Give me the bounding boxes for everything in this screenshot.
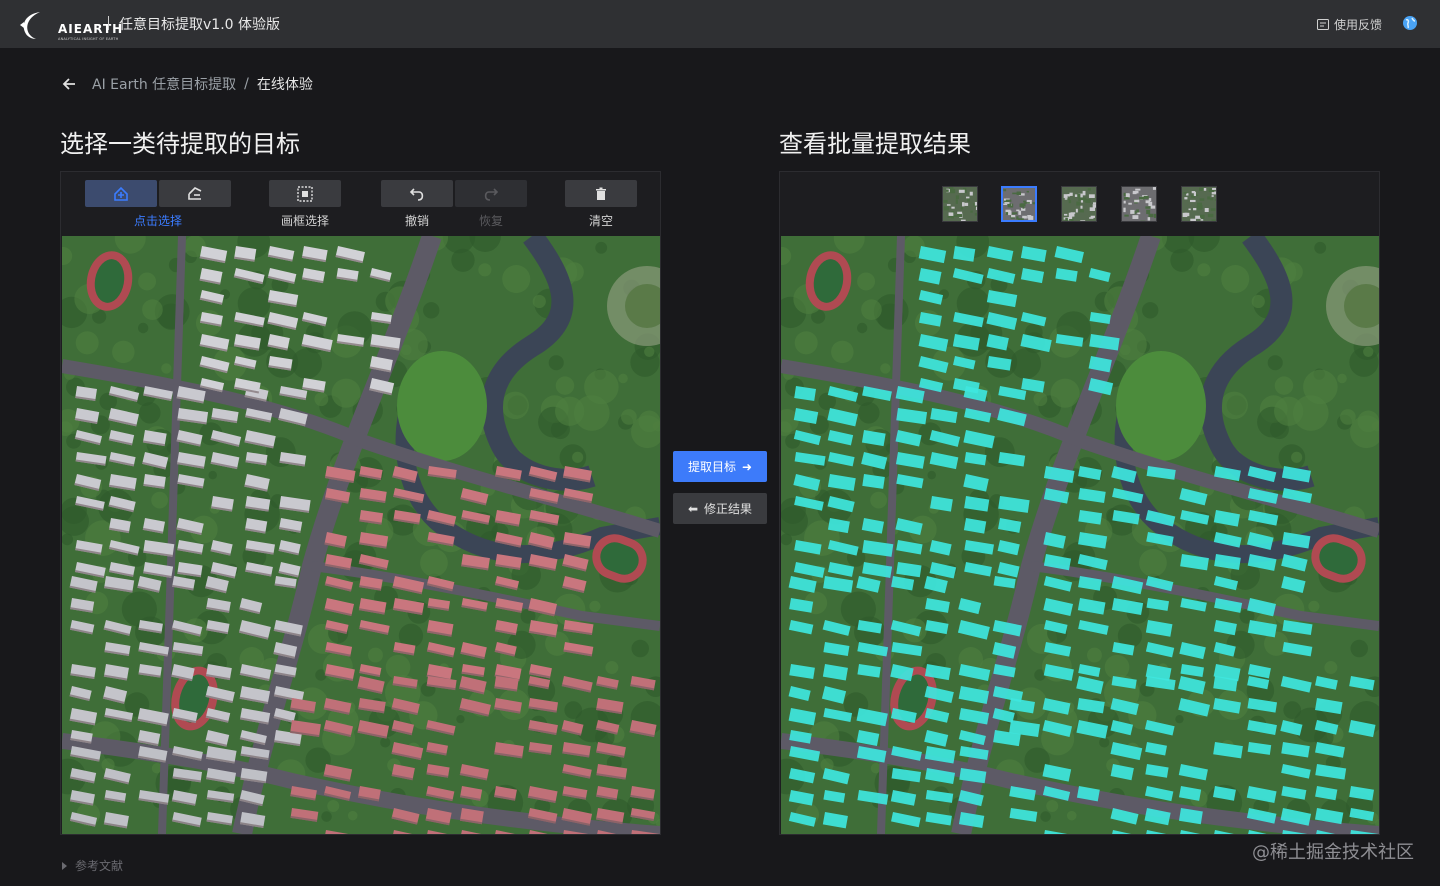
logo-swoosh-icon	[20, 12, 40, 39]
left-section-title: 选择一类待提取的目标	[60, 130, 300, 158]
result-thumbnail[interactable]	[1181, 186, 1217, 222]
right-section-title: 查看批量提取结果	[779, 130, 971, 158]
fix-result-button[interactable]: ⬅ 修正结果	[673, 493, 767, 524]
add-point-icon	[114, 186, 128, 201]
user-avatar-globe-icon[interactable]	[1402, 15, 1418, 31]
aiearth-logo[interactable]: AIEARTH ANALYTICAL INSIGHT OF EARTH	[18, 8, 122, 42]
box-select-button[interactable]	[269, 180, 341, 207]
redo-button[interactable]	[455, 180, 527, 207]
result-satellite-image[interactable]	[781, 236, 1379, 834]
references-toggle[interactable]: 参考文献	[62, 857, 123, 874]
thumbnail-image	[1062, 187, 1096, 221]
clear-group	[565, 180, 637, 207]
trash-icon	[596, 187, 606, 200]
result-thumbnail[interactable]	[1001, 186, 1037, 222]
breadcrumb-current: 在线体验	[256, 77, 313, 93]
redo-icon	[484, 187, 499, 201]
fix-result-label: 修正结果	[704, 502, 753, 516]
undo-button[interactable]	[381, 180, 453, 207]
thumbnail-image	[1122, 187, 1156, 221]
thumbnail-image	[1003, 188, 1035, 220]
references-label: 参考文献	[75, 859, 124, 873]
result-thumbnail[interactable]	[1121, 186, 1157, 222]
remove-point-icon	[188, 186, 202, 200]
result-thumbnail[interactable]	[1061, 186, 1097, 222]
caret-right-icon	[62, 861, 67, 870]
extract-target-label: 提取目标	[687, 460, 736, 474]
click-select-group	[85, 180, 231, 207]
back-arrow-icon[interactable]	[60, 75, 78, 93]
arrow-left-icon: ⬅	[687, 501, 699, 516]
thumbnail-strip	[780, 172, 1379, 236]
click-select-remove-button[interactable]	[159, 180, 231, 207]
breadcrumb-link[interactable]: AI Earth 任意目标提取	[92, 74, 236, 94]
app-title: 任意目标提取v1.0 体验版	[119, 17, 280, 33]
breadcrumb: AI Earth 任意目标提取 / 在线体验	[60, 74, 313, 94]
logo-text: AIEARTH	[58, 22, 124, 36]
click-select-label[interactable]: 点击选择	[85, 212, 231, 229]
extract-target-button[interactable]: 提取目标 ➜	[673, 451, 767, 482]
source-satellite-image[interactable]	[62, 236, 660, 834]
redo-label[interactable]: 恢复	[455, 212, 527, 229]
click-select-add-button[interactable]	[85, 180, 157, 207]
clear-button[interactable]	[565, 180, 637, 207]
result-thumbnail[interactable]	[942, 186, 978, 222]
undo-label[interactable]: 撤销	[381, 212, 453, 229]
arrow-right-icon: ➜	[741, 459, 753, 474]
clear-label[interactable]: 清空	[565, 212, 637, 229]
thumbnail-image	[943, 187, 977, 221]
feedback-icon	[1316, 19, 1329, 30]
box-select-label[interactable]: 画框选择	[269, 212, 341, 229]
top-bar: AIEARTH ANALYTICAL INSIGHT OF EARTH 任意目标…	[0, 0, 1440, 48]
watermark: @稀土掘金技术社区	[1252, 842, 1414, 863]
thumbnail-image	[1182, 187, 1216, 221]
title-divider	[108, 16, 109, 30]
result-map-canvas[interactable]	[781, 236, 1379, 834]
selection-panel: 点击选择 画框选择 撤销 恢复 清空	[60, 171, 661, 835]
feedback-link[interactable]: 使用反馈	[1316, 16, 1382, 33]
logo-subtitle: ANALYTICAL INSIGHT OF EARTH	[58, 37, 119, 41]
box-select-group	[269, 180, 341, 207]
history-group	[381, 180, 527, 207]
box-select-icon	[297, 185, 313, 202]
feedback-label: 使用反馈	[1333, 18, 1382, 32]
satellite-map-canvas[interactable]	[62, 236, 660, 834]
undo-icon	[409, 187, 424, 201]
breadcrumb-separator: /	[244, 76, 249, 92]
selection-toolbar: 点击选择 画框选择 撤销 恢复 清空	[61, 172, 660, 236]
result-panel	[779, 171, 1380, 835]
